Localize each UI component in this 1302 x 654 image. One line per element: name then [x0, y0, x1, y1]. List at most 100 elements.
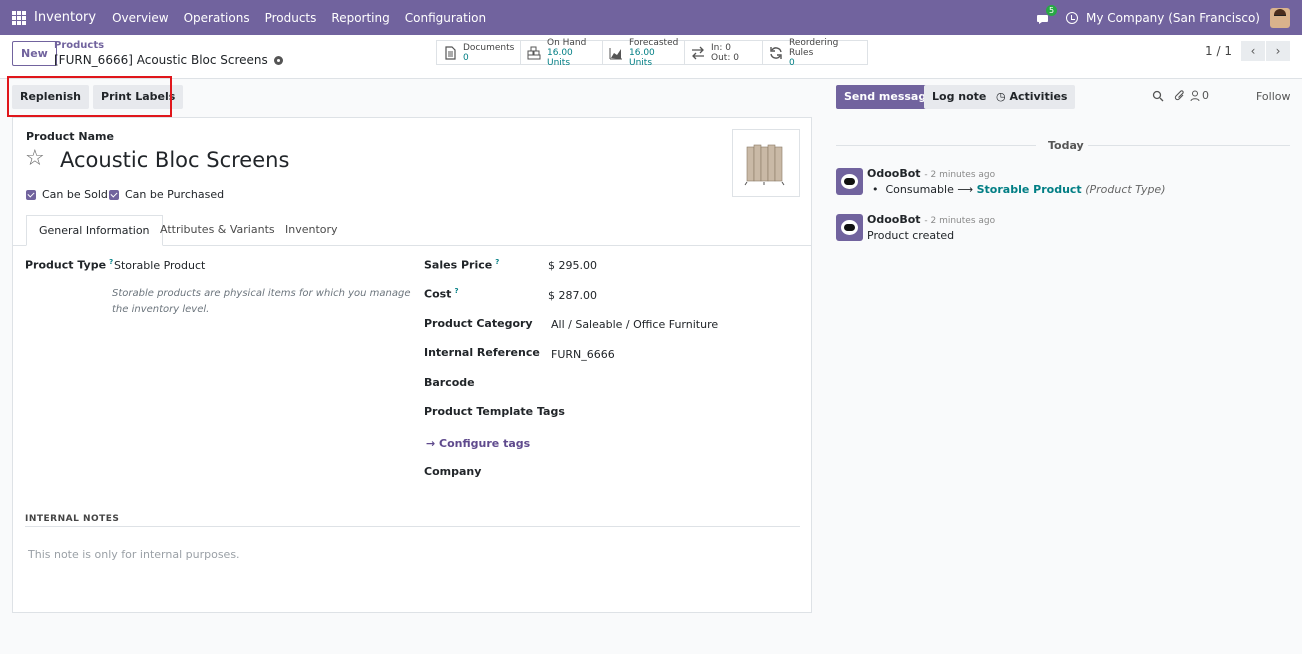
odoobot-avatar[interactable] [836, 214, 863, 241]
product-image[interactable] [732, 129, 800, 197]
sales-price-label: Sales Price? [424, 258, 500, 272]
messaging-icon[interactable]: 5 [1036, 4, 1058, 28]
divider [836, 145, 1036, 146]
chevron-left-icon: ‹ [1250, 44, 1256, 58]
incoming-label: In: 0 [711, 42, 731, 53]
old-value: Consumable [885, 183, 954, 196]
user-avatar[interactable] [1270, 7, 1290, 28]
menu-reporting[interactable]: Reporting [331, 11, 389, 25]
tab-inventory[interactable]: Inventory [273, 215, 350, 246]
messaging-count-badge: 5 [1046, 4, 1058, 16]
form-tabs: General Information Attributes & Variant… [13, 215, 811, 246]
cost-label: Cost? [424, 287, 459, 301]
product-category-label: Product Category [424, 317, 533, 330]
activities-button[interactable]: ◷ Activities [988, 85, 1076, 109]
help-icon[interactable]: ? [109, 258, 113, 266]
new-value: Storable Product [976, 183, 1082, 196]
pager-next-button[interactable]: › [1266, 41, 1290, 61]
forecasted-value: 16.00 Units [629, 47, 655, 68]
reordering-rules-smart-button[interactable]: Reordering Rules 0 [763, 38, 867, 68]
pager-previous-button[interactable]: ‹ [1241, 41, 1265, 61]
screen-product-image [744, 144, 785, 186]
product-category-field[interactable]: All / Saleable / Office Furniture [551, 318, 718, 331]
message-body: Product created [867, 229, 955, 242]
menu-overview[interactable]: Overview [112, 11, 169, 25]
control-panel: New Products [FURN_6666] Acoustic Bloc S… [0, 35, 1302, 79]
breadcrumb-parent[interactable]: Products [54, 40, 104, 51]
internal-notes-heading: INTERNAL NOTES [25, 514, 120, 524]
gear-icon[interactable] [273, 56, 283, 65]
pager-value[interactable]: 1 / 1 [1205, 44, 1232, 58]
apps-menu-icon[interactable] [12, 10, 26, 25]
tab-general-information[interactable]: General Information [26, 215, 163, 246]
company-field[interactable] [551, 465, 791, 479]
tab-attributes-variants[interactable]: Attributes & Variants [148, 215, 287, 246]
arrow-right-icon: → [426, 437, 440, 450]
product-type-field[interactable]: Storable Product [114, 259, 205, 272]
clock-icon: ◷ [996, 90, 1010, 103]
sales-price-field[interactable]: $ 295.00 [548, 259, 597, 272]
help-icon[interactable]: ? [495, 258, 499, 266]
message-author: OdooBot - 2 minutes ago [867, 167, 996, 180]
can-be-sold-label: Can be Sold [42, 188, 108, 201]
documents-icon [445, 45, 456, 60]
in-out-smart-button[interactable]: In: 0 Out: 0 [685, 41, 763, 64]
on-hand-icon [527, 46, 541, 59]
message-tracking-change: • Consumable ⟶ Storable Product (Product… [872, 183, 1166, 196]
product-template-tags-label: Product Template Tags [424, 405, 565, 418]
message-author: OdooBot - 2 minutes ago [867, 213, 996, 226]
breadcrumb-current: [FURN_6666] Acoustic Bloc Screens [54, 53, 283, 67]
on-hand-smart-button[interactable]: On Hand 16.00 Units [521, 37, 603, 68]
user-follower-icon[interactable] [1190, 90, 1200, 102]
star-favorite-icon[interactable]: ☆ [25, 147, 45, 171]
app-name[interactable]: Inventory [34, 10, 96, 25]
menu-configuration[interactable]: Configuration [405, 11, 486, 25]
forecasted-icon [609, 47, 622, 59]
menu-products[interactable]: Products [265, 11, 317, 25]
internal-notes-field[interactable]: This note is only for internal purposes. [28, 548, 240, 561]
can-be-purchased-label: Can be Purchased [125, 188, 225, 201]
documents-value: 0 [463, 52, 469, 63]
configure-tags-link[interactable]: → Configure tags [426, 437, 530, 450]
documents-smart-button[interactable]: Documents 0 [437, 41, 521, 64]
can-be-purchased-checkbox[interactable]: Can be Purchased [109, 188, 224, 201]
pager: 1 / 1 ‹ › [1205, 41, 1290, 61]
odoobot-avatar[interactable] [836, 168, 863, 195]
product-type-label: Product Type? [25, 258, 114, 272]
internal-reference-field[interactable]: FURN_6666 [551, 348, 615, 361]
new-button[interactable]: New [12, 41, 57, 66]
barcode-field[interactable] [551, 376, 791, 390]
product-type-help: Storable products are physical items for… [112, 288, 411, 315]
reordering-icon [770, 46, 782, 59]
arrow-right-icon: ⟶ [957, 183, 977, 196]
can-be-sold-checkbox[interactable]: Can be Sold [26, 188, 108, 201]
documents-label: Documents [463, 42, 515, 53]
company-switcher[interactable]: My Company (San Francisco) [1086, 11, 1260, 25]
product-name-field[interactable]: Acoustic Bloc Screens [60, 148, 289, 172]
menu-operations[interactable]: Operations [184, 11, 250, 25]
on-hand-value: 16.00 Units [547, 47, 573, 68]
divider [25, 526, 800, 527]
on-hand-label: On Hand [547, 37, 587, 48]
follow-button[interactable]: Follow [1256, 90, 1291, 103]
chatter-topbar-icons: 0 [1152, 89, 1209, 102]
search-icon[interactable] [1152, 90, 1164, 102]
outgoing-label: Out: 0 [711, 52, 739, 63]
barcode-label: Barcode [424, 376, 475, 389]
activity-clock-icon[interactable] [1066, 11, 1079, 24]
checkbox-checked-icon [109, 189, 119, 200]
checkbox-checked-icon [26, 189, 36, 200]
log-note-button[interactable]: Log note [924, 85, 995, 109]
smart-buttons: Documents 0 On Hand 16.00 Units Forecasted… [436, 37, 868, 68]
chevron-right-icon: › [1275, 44, 1281, 58]
highlight-annotation [7, 76, 172, 117]
in-out-icon [692, 46, 704, 59]
product-name-label: Product Name [26, 130, 114, 143]
paperclip-icon[interactable] [1174, 89, 1186, 102]
forecasted-smart-button[interactable]: Forecasted 16.00 Units [603, 38, 685, 68]
help-icon[interactable]: ? [454, 287, 458, 295]
cost-field[interactable]: $ 287.00 [548, 289, 597, 302]
company-label: Company [424, 465, 482, 478]
top-navbar: Inventory Overview Operations Products R… [0, 0, 1302, 35]
followers-count[interactable]: 0 [1202, 89, 1209, 102]
